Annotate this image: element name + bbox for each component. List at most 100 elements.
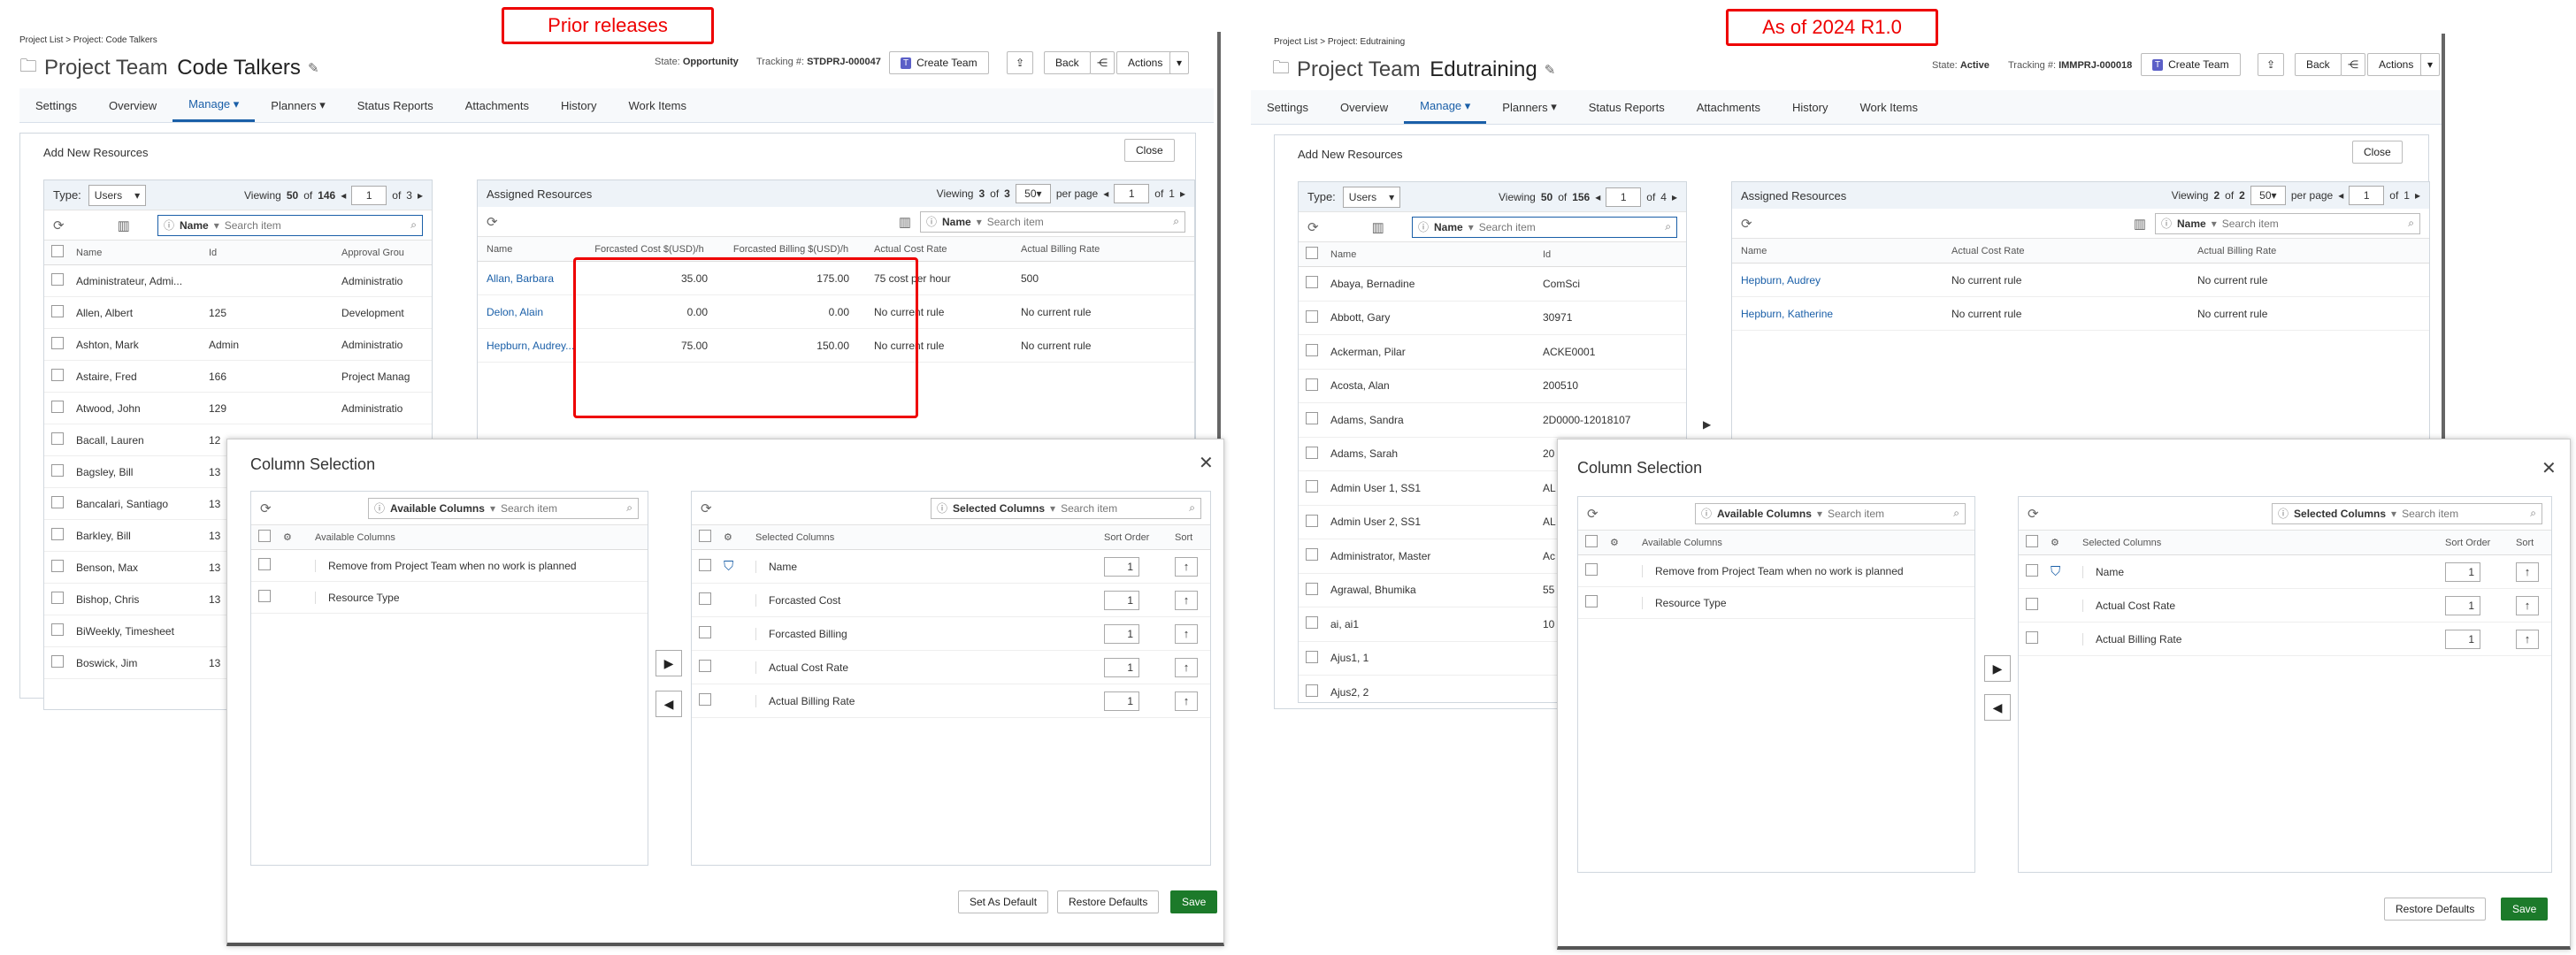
tab-planners[interactable]: Planners ▾ — [255, 88, 341, 122]
upload-button[interactable]: ⇪ — [2258, 53, 2284, 76]
per-page-select[interactable]: 50 ▾ — [2250, 186, 2286, 205]
list-item[interactable]: Actual Billing Rate 1 ↑ — [692, 684, 1210, 718]
col-header-name[interactable]: Name — [478, 244, 579, 255]
refresh-icon[interactable]: ⟳ — [260, 500, 272, 516]
columns-icon[interactable]: ▥ — [899, 214, 911, 230]
tab-history[interactable]: History — [545, 88, 612, 122]
restore-defaults-button[interactable]: Restore Defaults — [2384, 898, 2487, 921]
row-checkbox[interactable] — [51, 305, 64, 317]
list-item[interactable]: Actual Cost Rate 1 ↑ — [2019, 589, 2551, 623]
share-button[interactable]: ⋲ — [1090, 51, 1115, 74]
sort-order-input[interactable]: 1 — [1104, 691, 1139, 711]
page-input[interactable]: 1 — [351, 185, 387, 205]
sort-ascending-button[interactable]: ↑ — [1175, 657, 1198, 677]
table-row[interactable]: Hepburn, Katherine No current rule No curr… — [1732, 297, 2429, 331]
list-item[interactable]: Remove from Project Team when no work is… — [1578, 555, 1974, 587]
refresh-icon[interactable]: ⟳ — [1587, 506, 1598, 522]
select-all-checkbox[interactable] — [1306, 247, 1318, 259]
row-checkbox[interactable] — [1306, 276, 1318, 289]
list-item[interactable]: Resource Type — [1578, 587, 1974, 619]
gear-icon[interactable]: ⚙ — [1610, 537, 1642, 548]
gear-icon[interactable]: ⚙ — [2051, 537, 2082, 548]
row-checkbox[interactable] — [51, 401, 64, 413]
list-item[interactable]: ⛉ Name 1 ↑ — [692, 550, 1210, 584]
next-page-icon[interactable]: ▸ — [418, 189, 423, 202]
select-all-checkbox[interactable] — [1585, 535, 1598, 547]
move-left-button[interactable]: ◀ — [656, 691, 682, 717]
resource-name-link[interactable]: Allan, Barbara — [478, 272, 579, 285]
close-button[interactable]: Close — [1124, 139, 1175, 162]
sort-ascending-button[interactable]: ↑ — [1175, 556, 1198, 577]
table-row[interactable]: Administrateur, Admi... Administratio — [44, 265, 432, 297]
selected-search-input[interactable]: ⓘ Selected Columns ▾ Search item ⌕ — [931, 497, 1201, 519]
prev-page-icon[interactable]: ◂ — [1103, 187, 1108, 200]
row-checkbox[interactable] — [1306, 650, 1318, 663]
col-header-id[interactable]: Id — [209, 248, 341, 258]
upload-button[interactable]: ⇪ — [1007, 51, 1033, 74]
share-button[interactable]: ⋲ — [2341, 53, 2365, 76]
col-header-actual-billing[interactable]: Actual Billing Rate — [2189, 246, 2276, 256]
row-checkbox[interactable] — [1306, 446, 1318, 459]
prev-page-icon[interactable]: ◂ — [2338, 189, 2343, 202]
assigned-search-input[interactable]: ⓘ Name ▾ Search item ⌕ — [920, 210, 1185, 233]
row-checkbox[interactable] — [51, 337, 64, 349]
refresh-icon[interactable]: ⟳ — [1307, 219, 1319, 235]
row-checkbox[interactable] — [1306, 514, 1318, 527]
sort-order-input[interactable]: 1 — [2445, 629, 2480, 649]
col-header-actual-cost[interactable]: Actual Cost Rate — [862, 244, 1012, 255]
tab-overview[interactable]: Overview — [1324, 90, 1404, 124]
edit-pencil-icon[interactable]: ✎ — [1545, 62, 1556, 78]
back-button[interactable]: Back — [2295, 53, 2342, 76]
row-checkbox[interactable] — [51, 560, 64, 572]
back-button[interactable]: Back — [1044, 51, 1091, 74]
sort-ascending-button[interactable]: ↑ — [2516, 629, 2539, 649]
tab-history[interactable]: History — [1776, 90, 1844, 124]
table-row[interactable]: Hepburn, Audrey No current rule No current… — [1732, 264, 2429, 297]
table-row[interactable]: Ashton, Mark Admin Administratio — [44, 329, 432, 361]
row-checkbox[interactable] — [51, 464, 64, 477]
sort-order-input[interactable]: 1 — [2445, 562, 2480, 582]
row-checkbox[interactable] — [1306, 548, 1318, 562]
row-checkbox[interactable] — [51, 432, 64, 445]
table-row[interactable]: Abaya, Bernadine ComSci — [1299, 267, 1686, 302]
col-header-name[interactable]: Name — [1330, 249, 1543, 260]
breadcrumb[interactable]: Project List > Project: Code Talkers — [19, 35, 157, 45]
row-checkbox[interactable] — [258, 558, 271, 570]
selected-search-input[interactable]: ⓘ Selected Columns ▾ Search item ⌕ — [2272, 502, 2542, 524]
tab-manage[interactable]: Manage ▾ — [172, 88, 256, 122]
row-checkbox[interactable] — [1585, 595, 1598, 607]
actions-button[interactable]: Actions — [2367, 53, 2426, 76]
table-row[interactable]: Allen, Albert 125 Development — [44, 297, 432, 329]
col-header-actual-billing[interactable]: Actual Billing Rate — [1012, 244, 1100, 255]
table-row[interactable]: Ackerman, Pilar ACKE0001 — [1299, 335, 1686, 370]
move-right-button[interactable]: ▶ — [656, 650, 682, 676]
type-select[interactable]: Users ▾ — [88, 184, 147, 206]
list-item[interactable]: Forcasted Cost 1 ↑ — [692, 584, 1210, 617]
sort-order-input[interactable]: 1 — [1104, 556, 1139, 577]
available-search-input[interactable]: ⓘ Available Columns ▾ Search item ⌕ — [1695, 502, 1966, 524]
row-checkbox[interactable] — [699, 592, 711, 605]
refresh-icon[interactable]: ⟳ — [1741, 216, 1752, 232]
sort-order-input[interactable]: 1 — [1104, 657, 1139, 677]
list-item[interactable]: Actual Cost Rate 1 ↑ — [692, 651, 1210, 684]
create-team-button[interactable]: T Create Team — [2141, 53, 2241, 76]
expand-arrow-icon[interactable]: ▶ — [1703, 418, 1711, 431]
tab-overview[interactable]: Overview — [93, 88, 172, 122]
table-row[interactable]: Abbott, Gary 30971 — [1299, 302, 1686, 335]
row-checkbox[interactable] — [1306, 616, 1318, 630]
row-checkbox[interactable] — [2026, 598, 2038, 610]
row-checkbox[interactable] — [51, 528, 64, 540]
table-row[interactable]: Astaire, Fred 166 Project Manag — [44, 361, 432, 393]
page-input[interactable]: 1 — [1606, 187, 1642, 207]
actions-dropdown[interactable]: ▾ — [1169, 51, 1189, 74]
resource-name-link[interactable]: Delon, Alain — [478, 306, 579, 318]
tab-work-items[interactable]: Work Items — [1844, 90, 1934, 124]
sort-ascending-button[interactable]: ↑ — [1175, 590, 1198, 610]
refresh-icon[interactable]: ⟳ — [701, 500, 712, 516]
row-checkbox[interactable] — [1306, 480, 1318, 493]
list-item[interactable]: Forcasted Billing 1 ↑ — [692, 617, 1210, 651]
tab-settings[interactable]: Settings — [1251, 90, 1324, 124]
create-team-button[interactable]: T Create Team — [889, 51, 989, 74]
row-checkbox[interactable] — [51, 655, 64, 668]
row-checkbox[interactable] — [699, 559, 711, 571]
